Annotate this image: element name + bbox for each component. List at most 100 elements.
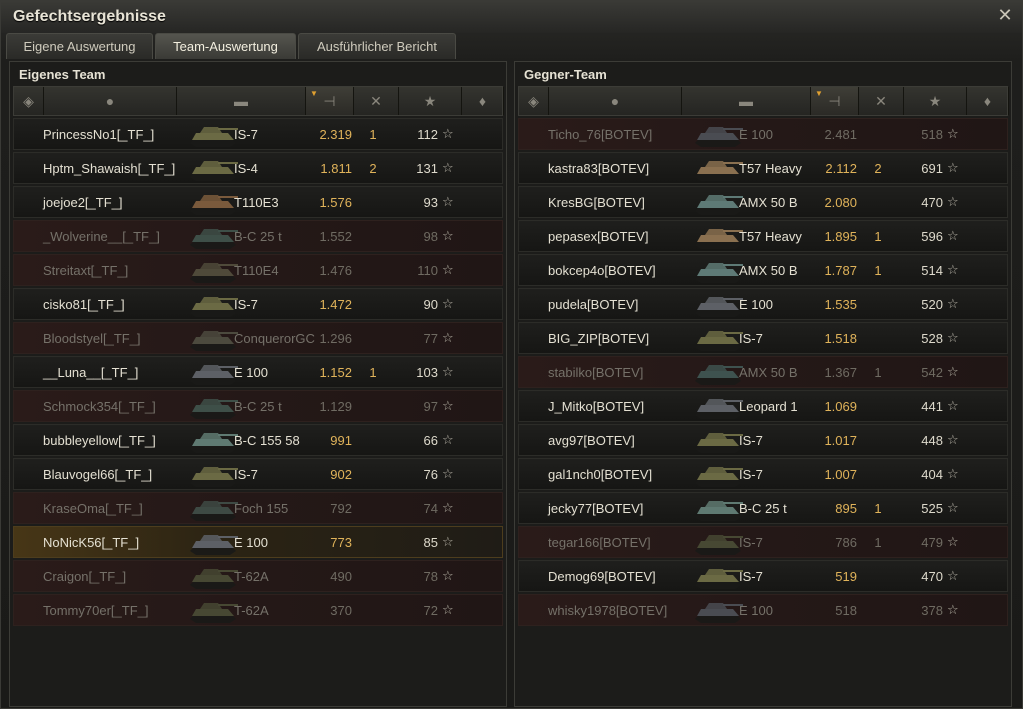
kills-icon[interactable]: ✕ <box>859 87 904 115</box>
xp-value: 74 <box>423 501 438 516</box>
player-row[interactable]: joejoe2[_TF_] T110E3 1.576 93 ☆ <box>13 186 503 218</box>
player-row[interactable]: KraseOma[_TF_] Foch 155 792 74 ☆ <box>13 492 503 524</box>
player-row[interactable]: bubbleyellow[_TF_] B-C 155 58 991 66 ☆ <box>13 424 503 456</box>
xp-value: 542 <box>921 365 943 380</box>
player-row[interactable]: avg97[BOTEV] IS-7 1.017 448 ☆ <box>518 424 1008 456</box>
squad-icon[interactable]: ◈ <box>519 87 549 115</box>
damage-value: 2.112 <box>825 161 857 176</box>
player-name: tegar166[BOTEV] <box>548 535 651 550</box>
vehicle-name: AMX 50 B <box>739 263 798 278</box>
player-row[interactable]: cisko81[_TF_] IS-7 1.472 90 ☆ <box>13 288 503 320</box>
damage-icon[interactable]: ⊣ ▼ <box>811 87 859 115</box>
xp-value: 90 <box>423 297 438 312</box>
damage-value: 773 <box>330 535 352 550</box>
damage-value: 902 <box>330 467 352 482</box>
player-row[interactable]: Streitaxt[_TF_] T110E4 1.476 110 ☆ <box>13 254 503 286</box>
xp-star-icon: ☆ <box>442 534 454 549</box>
vehicle-name: Leopard 1 <box>739 399 798 414</box>
tank-icon[interactable]: ▬ <box>682 87 811 115</box>
player-row[interactable]: KresBG[BOTEV] AMX 50 B 2.080 470 ☆ <box>518 186 1008 218</box>
player-row[interactable]: Craigon[_TF_] T-62A 490 78 ☆ <box>13 560 503 592</box>
player-row[interactable]: kastra83[BOTEV] T57 Heavy 2.112 2 691 ☆ <box>518 152 1008 184</box>
player-row[interactable]: J_Mitko[BOTEV] Leopard 1 1.069 441 ☆ <box>518 390 1008 422</box>
player-row[interactable]: gal1nch0[BOTEV] IS-7 1.007 404 ☆ <box>518 458 1008 490</box>
player-row[interactable]: BIG_ZIP[BOTEV] IS-7 1.518 528 ☆ <box>518 322 1008 354</box>
player-name: Demog69[BOTEV] <box>548 569 656 584</box>
vehicle-name: T-62A <box>234 603 269 618</box>
xp-value: 448 <box>921 433 943 448</box>
player-row[interactable]: Bloodstyel[_TF_] ConquerorGC 1.296 77 ☆ <box>13 322 503 354</box>
damage-value: 1.518 <box>824 331 857 346</box>
player-row[interactable]: NoNicK56[_TF_] E 100 773 85 ☆ <box>13 526 503 558</box>
xp-value: 470 <box>921 195 943 210</box>
player-row[interactable]: stabilko[BOTEV] AMX 50 B 1.367 1 542 ☆ <box>518 356 1008 388</box>
player-name: stabilko[BOTEV] <box>548 365 644 380</box>
damage-value: 370 <box>330 603 352 618</box>
vehicle-name: B-C 25 t <box>234 229 282 244</box>
player-row[interactable]: Ticho_76[BOTEV] E 100 2.481 518 ☆ <box>518 118 1008 150</box>
player-name: Tommy70er[_TF_] <box>43 603 149 618</box>
player-row[interactable]: Blauvogel66[_TF_] IS-7 902 76 ☆ <box>13 458 503 490</box>
vehicle-name: E 100 <box>739 127 773 142</box>
xp-value: 97 <box>423 399 438 414</box>
tab-team-evaluation[interactable]: Team-Auswertung <box>155 33 296 59</box>
vehicle-name: T110E4 <box>234 263 279 278</box>
player-row[interactable]: Demog69[BOTEV] IS-7 519 470 ☆ <box>518 560 1008 592</box>
player-row[interactable]: __Luna__[_TF_] E 100 1.152 1 103 ☆ <box>13 356 503 388</box>
player-row[interactable]: pudela[BOTEV] E 100 1.535 520 ☆ <box>518 288 1008 320</box>
tab-own-evaluation[interactable]: Eigene Auswertung <box>6 33 153 59</box>
kills-icon[interactable]: ✕ <box>354 87 399 115</box>
vehicle-name: IS-7 <box>739 331 763 346</box>
player-row[interactable]: _Wolverine__[_TF_] B-C 25 t 1.552 98 ☆ <box>13 220 503 252</box>
player-row[interactable]: Tommy70er[_TF_] T-62A 370 72 ☆ <box>13 594 503 626</box>
squad-icon[interactable]: ◈ <box>14 87 44 115</box>
tank-icon <box>691 495 745 523</box>
medal-icon[interactable]: ♦ <box>462 87 504 115</box>
xp-value: 110 <box>417 263 438 278</box>
player-row[interactable]: pepasex[BOTEV] T57 Heavy 1.895 1 596 ☆ <box>518 220 1008 252</box>
vehicle-name: E 100 <box>739 603 773 618</box>
tank-icon <box>691 529 745 557</box>
damage-value: 1.811 <box>320 161 352 176</box>
player-row[interactable]: Schmock354[_TF_] B-C 25 t 1.129 97 ☆ <box>13 390 503 422</box>
damage-value: 2.319 <box>319 127 352 142</box>
vehicle-name: IS-7 <box>739 535 763 550</box>
xp-value: 525 <box>921 501 943 516</box>
damage-value: 490 <box>330 569 352 584</box>
xp-star-icon: ☆ <box>947 126 959 141</box>
player-name: BIG_ZIP[BOTEV] <box>548 331 650 346</box>
player-name: Schmock354[_TF_] <box>43 399 156 414</box>
tank-icon <box>691 359 745 387</box>
player-name: bokcep4o[BOTEV] <box>548 263 656 278</box>
xp-star-icon[interactable]: ★ <box>399 87 462 115</box>
own-team-rows: PrincessNo1[_TF_] IS-7 2.319 1 112 ☆ Hptm_Shaw… <box>13 118 503 628</box>
tab-bar: Eigene Auswertung Team-Auswertung Ausfüh… <box>6 33 456 59</box>
player-row[interactable]: whisky1978[BOTEV] E 100 518 378 ☆ <box>518 594 1008 626</box>
player-icon[interactable]: ● <box>549 87 682 115</box>
vehicle-name: T57 Heavy <box>739 229 802 244</box>
tank-icon <box>691 257 745 285</box>
medal-icon[interactable]: ♦ <box>967 87 1009 115</box>
xp-value: 691 <box>921 161 943 176</box>
xp-value: 404 <box>921 467 943 482</box>
player-row[interactable]: jecky77[BOTEV] B-C 25 t 895 1 525 ☆ <box>518 492 1008 524</box>
xp-star-icon[interactable]: ★ <box>904 87 967 115</box>
tank-icon <box>186 155 240 183</box>
tank-icon[interactable]: ▬ <box>177 87 306 115</box>
player-row[interactable]: tegar166[BOTEV] IS-7 786 1 479 ☆ <box>518 526 1008 558</box>
vehicle-name: AMX 50 B <box>739 195 798 210</box>
player-name: pudela[BOTEV] <box>548 297 639 312</box>
tab-detailed-report[interactable]: Ausführlicher Bericht <box>298 33 456 59</box>
enemy-team-rows: Ticho_76[BOTEV] E 100 2.481 518 ☆ kastra83[BO… <box>518 118 1008 628</box>
player-row[interactable]: PrincessNo1[_TF_] IS-7 2.319 1 112 ☆ <box>13 118 503 150</box>
kills-value: 1 <box>874 535 882 550</box>
player-row[interactable]: bokcep4o[BOTEV] AMX 50 B 1.787 1 514 ☆ <box>518 254 1008 286</box>
player-row[interactable]: Hptm_Shawaish[_TF_] IS-4 1.811 2 131 ☆ <box>13 152 503 184</box>
xp-star-icon: ☆ <box>947 602 959 617</box>
player-icon[interactable]: ● <box>44 87 177 115</box>
vehicle-name: IS-7 <box>739 433 763 448</box>
damage-icon[interactable]: ⊣ ▼ <box>306 87 354 115</box>
close-icon[interactable]: ✕ <box>996 6 1014 24</box>
vehicle-name: IS-7 <box>234 297 258 312</box>
xp-value: 378 <box>921 603 943 618</box>
